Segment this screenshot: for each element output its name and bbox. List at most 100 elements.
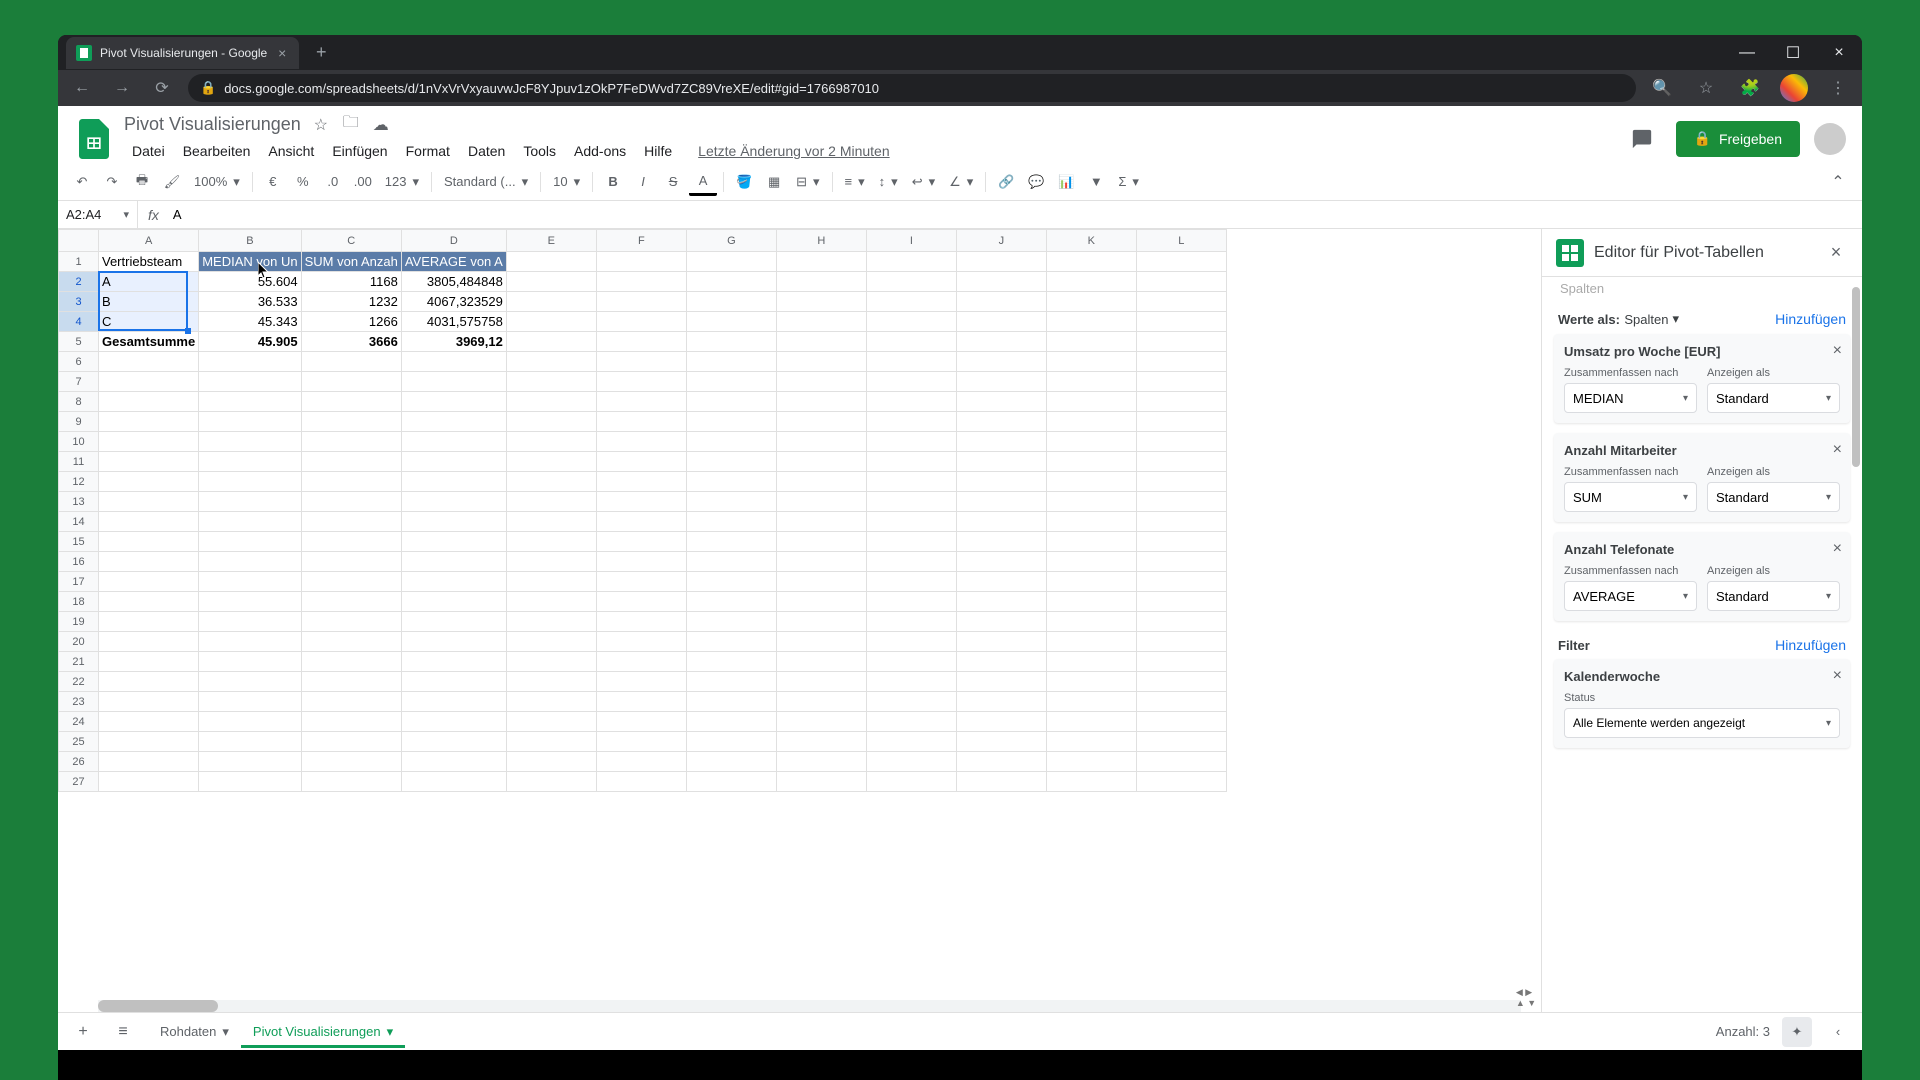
menu-format[interactable]: Format (398, 139, 458, 163)
cell-K1[interactable] (1046, 252, 1136, 272)
row-header-8[interactable]: 8 (59, 392, 99, 412)
dec-increase-button[interactable]: .00 (349, 168, 377, 196)
cell-L11[interactable] (1136, 452, 1226, 472)
cell-D12[interactable] (401, 472, 506, 492)
col-header-L[interactable]: L (1136, 230, 1226, 252)
cell-I7[interactable] (866, 372, 956, 392)
cell-I1[interactable] (866, 252, 956, 272)
cell-A16[interactable] (99, 552, 199, 572)
cell-J23[interactable] (956, 692, 1046, 712)
cell-B16[interactable] (199, 552, 301, 572)
cell-K17[interactable] (1046, 572, 1136, 592)
number-format-select[interactable]: 123▾ (379, 174, 425, 190)
cell-J5[interactable] (956, 332, 1046, 352)
cell-I15[interactable] (866, 532, 956, 552)
cell-D4[interactable]: 4031,575758 (401, 312, 506, 332)
cell-D6[interactable] (401, 352, 506, 372)
cell-K20[interactable] (1046, 632, 1136, 652)
cell-A13[interactable] (99, 492, 199, 512)
cell-F24[interactable] (596, 712, 686, 732)
cell-A23[interactable] (99, 692, 199, 712)
cell-K15[interactable] (1046, 532, 1136, 552)
cell-D21[interactable] (401, 652, 506, 672)
cell-E12[interactable] (506, 472, 596, 492)
borders-button[interactable]: ▦ (760, 168, 788, 196)
cell-C2[interactable]: 1168 (301, 272, 401, 292)
cell-D1[interactable]: AVERAGE von A (401, 252, 506, 272)
cell-H24[interactable] (776, 712, 866, 732)
cell-H4[interactable] (776, 312, 866, 332)
cell-C21[interactable] (301, 652, 401, 672)
cell-H3[interactable] (776, 292, 866, 312)
cell-K6[interactable] (1046, 352, 1136, 372)
value-card-2[interactable]: × Anzahl Telefonate Zusammenfassen nach … (1554, 532, 1850, 621)
cell-B3[interactable]: 36.533 (199, 292, 301, 312)
close-tab-icon[interactable]: × (275, 46, 289, 60)
cell-G13[interactable] (686, 492, 776, 512)
cell-A6[interactable] (99, 352, 199, 372)
cell-J16[interactable] (956, 552, 1046, 572)
cell-I22[interactable] (866, 672, 956, 692)
dec-decrease-button[interactable]: .0 (319, 168, 347, 196)
star-icon[interactable]: ☆ (311, 115, 331, 135)
cell-G19[interactable] (686, 612, 776, 632)
col-header-J[interactable]: J (956, 230, 1046, 252)
row-header-22[interactable]: 22 (59, 672, 99, 692)
cell-B20[interactable] (199, 632, 301, 652)
extensions-icon[interactable]: 🧩 (1736, 74, 1764, 102)
cell-D16[interactable] (401, 552, 506, 572)
rotate-button[interactable]: ∠▾ (943, 174, 979, 190)
cell-I12[interactable] (866, 472, 956, 492)
menu-ansicht[interactable]: Ansicht (260, 139, 322, 163)
cell-L23[interactable] (1136, 692, 1226, 712)
cell-F2[interactable] (596, 272, 686, 292)
merge-button[interactable]: ⊟▾ (790, 174, 825, 190)
cell-B9[interactable] (199, 412, 301, 432)
strike-button[interactable]: S (659, 168, 687, 196)
cell-G14[interactable] (686, 512, 776, 532)
summarize-select[interactable]: MEDIAN▾ (1564, 383, 1697, 413)
cell-H6[interactable] (776, 352, 866, 372)
cell-D22[interactable] (401, 672, 506, 692)
cell-F16[interactable] (596, 552, 686, 572)
cell-E13[interactable] (506, 492, 596, 512)
cell-L16[interactable] (1136, 552, 1226, 572)
panel-scrollbar[interactable] (1852, 287, 1860, 467)
cell-H1[interactable] (776, 252, 866, 272)
cell-A4[interactable]: C (99, 312, 199, 332)
cell-B2[interactable]: 55.604 (199, 272, 301, 292)
row-header-21[interactable]: 21 (59, 652, 99, 672)
cell-B15[interactable] (199, 532, 301, 552)
cell-D25[interactable] (401, 732, 506, 752)
close-window-button[interactable]: × (1816, 35, 1862, 70)
cell-D11[interactable] (401, 452, 506, 472)
cell-G12[interactable] (686, 472, 776, 492)
wrap-button[interactable]: ↩▾ (906, 174, 941, 190)
cell-E4[interactable] (506, 312, 596, 332)
cell-G1[interactable] (686, 252, 776, 272)
cell-A2[interactable]: A (99, 272, 199, 292)
comment-button[interactable]: 💬 (1022, 168, 1050, 196)
cell-L20[interactable] (1136, 632, 1226, 652)
cell-G21[interactable] (686, 652, 776, 672)
browser-tab[interactable]: Pivot Visualisierungen - Google × (66, 37, 299, 69)
col-header-K[interactable]: K (1046, 230, 1136, 252)
chevron-down-icon[interactable]: ▾ (387, 1024, 394, 1040)
cell-H5[interactable] (776, 332, 866, 352)
cell-I8[interactable] (866, 392, 956, 412)
cell-A8[interactable] (99, 392, 199, 412)
cell-L5[interactable] (1136, 332, 1226, 352)
cell-C25[interactable] (301, 732, 401, 752)
row-header-27[interactable]: 27 (59, 772, 99, 792)
col-header-D[interactable]: D (401, 230, 506, 252)
cell-K12[interactable] (1046, 472, 1136, 492)
col-header-H[interactable]: H (776, 230, 866, 252)
cell-H17[interactable] (776, 572, 866, 592)
back-button[interactable]: ← (68, 74, 96, 102)
add-value-button[interactable]: Hinzufügen (1775, 311, 1846, 327)
cell-J20[interactable] (956, 632, 1046, 652)
cell-E2[interactable] (506, 272, 596, 292)
cell-C18[interactable] (301, 592, 401, 612)
cell-C15[interactable] (301, 532, 401, 552)
cell-F4[interactable] (596, 312, 686, 332)
